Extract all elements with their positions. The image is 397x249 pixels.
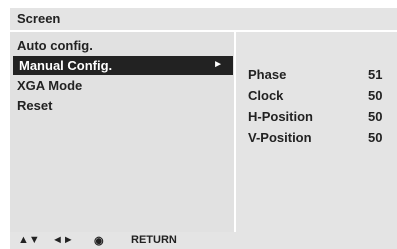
menu-list: Auto config. Manual Config. ► XGA Mode R…: [10, 32, 234, 232]
setting-value: 50: [368, 130, 383, 145]
return-label: RETURN: [131, 234, 177, 246]
setting-value: 50: [368, 88, 383, 103]
setting-name: Clock: [248, 88, 284, 103]
setting-row-clock[interactable]: Clock 50: [236, 86, 397, 105]
submenu-arrow-icon: ►: [213, 59, 223, 70]
select-button-icon: ◉: [94, 235, 104, 247]
setting-value: 50: [368, 109, 383, 124]
menu-item-label: XGA Mode: [17, 78, 83, 93]
menu-item-label: Reset: [17, 98, 53, 113]
setting-row-v-position[interactable]: V-Position 50: [236, 128, 397, 147]
menu-item-auto-config[interactable]: Auto config.: [10, 36, 234, 55]
setting-value: 51: [368, 67, 383, 82]
setting-row-phase[interactable]: Phase 51: [236, 65, 397, 84]
menu-item-label: Auto config.: [17, 38, 93, 53]
footer-bar: ▲▼ ◄► ◉ RETURN: [10, 232, 397, 249]
menu-header: Screen: [10, 8, 397, 30]
setting-name: Phase: [248, 67, 287, 82]
up-down-arrows-icon: ▲▼: [18, 234, 40, 246]
screen-menu-panel: Screen Auto config. Manual Config. ► XGA…: [10, 8, 397, 249]
setting-row-h-position[interactable]: H-Position 50: [236, 107, 397, 126]
settings-panel: Phase 51 Clock 50 H-Position 50 V-Positi…: [236, 32, 397, 232]
menu-item-xga-mode[interactable]: XGA Mode: [10, 76, 234, 95]
setting-name: H-Position: [248, 109, 313, 124]
menu-item-manual-config[interactable]: Manual Config. ►: [13, 56, 233, 75]
menu-item-label: Manual Config.: [19, 58, 113, 73]
left-right-arrows-icon: ◄►: [52, 234, 74, 246]
menu-title: Screen: [17, 11, 61, 26]
setting-name: V-Position: [248, 130, 312, 145]
menu-item-reset[interactable]: Reset: [10, 96, 234, 115]
